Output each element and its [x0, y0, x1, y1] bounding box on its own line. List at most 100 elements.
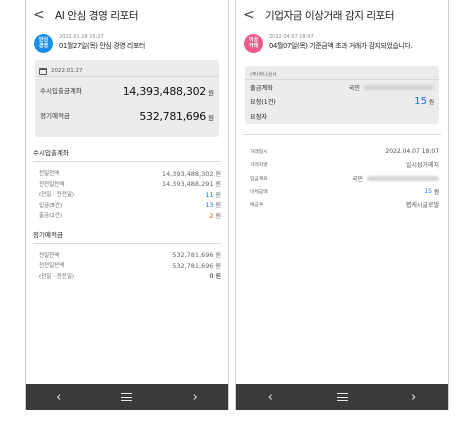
detail-value: 14,393,488,302 — [161, 169, 214, 178]
nav-forward-icon[interactable]: › — [411, 390, 416, 405]
detail-row: 거래일시 2022.04.07 18:07 — [250, 145, 439, 158]
detail-value: 13 — [205, 201, 214, 210]
message-title: 01월27일(목) 안심 경영 리포터 — [59, 42, 145, 50]
detail-row: 전일잔액 532,781,696 원 — [39, 250, 221, 261]
detail-value: 14,393,488,291 — [161, 180, 214, 189]
message-header: 안심 경영 2022.01.28 15:27 01월27일(목) 안심 경영 리포… — [26, 30, 228, 60]
summary-row: 수시입출금계좌 14,393,488,302 원 — [35, 77, 219, 102]
card-label: 요청(1건) — [250, 99, 276, 107]
detail-value: 2 — [209, 211, 214, 220]
calendar-icon — [39, 67, 47, 75]
detail-row: 거래처명 일시성거래처 — [250, 158, 439, 171]
detail-row: 이체금액 15 원 — [250, 185, 439, 198]
app-header: < AI 안심 경영 리포터 — [26, 0, 228, 30]
detail-row: (전일 - 전전일) 0 원 — [39, 271, 221, 282]
nav-back-icon[interactable]: ‹ — [268, 390, 273, 405]
request-amount: 15 — [414, 96, 427, 108]
detail-unit: 원 — [433, 189, 439, 196]
summary-row: 정기예적금 532,781,696 원 — [35, 102, 219, 127]
detail-unit: 원 — [215, 262, 221, 270]
detail-label: 전일잔액 — [39, 252, 60, 259]
card-row: 출금계좌 국민 — [245, 80, 439, 95]
detail-label: (전일 - 전전일) — [39, 192, 75, 199]
detail-value: 일시성거래처 — [405, 162, 439, 170]
phone-left-screen: < AI 안심 경영 리포터 안심 경영 2022.01.28 15:27 01월… — [25, 0, 229, 410]
nav-menu-icon[interactable] — [336, 393, 348, 401]
detail-unit: 원 — [215, 252, 221, 260]
detail-row: 전전일잔액 532,781,696 원 — [39, 260, 221, 271]
detail-unit: 원 — [215, 191, 221, 199]
detail-value: 2022.04.07 18:07 — [385, 148, 439, 156]
app-header: < 기업자금 이상거래 감지 리포터 — [236, 0, 448, 30]
back-arrow-icon[interactable]: < — [243, 8, 259, 22]
masked-account — [364, 84, 434, 90]
card-label: 출금계좌 — [250, 84, 273, 92]
detail-row: 전전일잔액 14,393,488,291 원 — [39, 179, 221, 190]
detail-unit: 원 — [215, 181, 221, 189]
anomaly-badge-icon: 이상 거래 — [244, 34, 263, 53]
detail-value: 15 — [424, 188, 432, 196]
detail-list: 전일잔액 532,781,696 원 전전일잔액 532,781,696 원 (전일… — [26, 244, 228, 282]
detail-row: 전일잔액 14,393,488,302 원 — [39, 168, 221, 179]
anshim-badge-icon: 안심 경영 — [34, 34, 53, 53]
summary-unit: 원 — [208, 114, 214, 122]
detail-row: 출금(2건) 2 원 — [39, 210, 221, 221]
masked-account — [367, 175, 439, 181]
summary-label: 수시입출금계좌 — [40, 86, 82, 95]
detail-label: 전일잔액 — [39, 171, 60, 178]
detail-row: 입금계좌 국민 — [250, 172, 439, 185]
page-title: AI 안심 경영 리포터 — [55, 9, 139, 22]
detail-label: 전전일잔액 — [39, 263, 65, 270]
nav-forward-icon[interactable]: › — [193, 390, 198, 405]
nav-menu-icon[interactable] — [121, 393, 133, 401]
detail-value: 11 — [205, 190, 214, 199]
summary-date: 2022.01.27 — [51, 68, 83, 74]
card-row: 요청(1건) 15 원 — [245, 95, 439, 110]
summary-label: 정기예적금 — [40, 111, 70, 120]
account-bank: 국민 — [348, 84, 360, 92]
detail-label: 이체금액 — [250, 190, 268, 196]
detail-value: 펩케시글로벌 — [405, 202, 439, 210]
system-nav-bar: ‹ › — [236, 384, 448, 410]
detail-row: (전일 - 전전일) 11 원 — [39, 189, 221, 200]
request-unit: 원 — [428, 99, 434, 106]
summary-card: 2022.01.27 수시입출금계좌 14,393,488,302 원 정기예적금… — [35, 60, 219, 137]
summary-amount: 532,781,696 — [139, 110, 207, 123]
card-row: 요청자 — [245, 109, 439, 124]
transaction-details: 거래일시 2022.04.07 18:07 거래처명 일시성거래처 입금계좌 국민 이… — [236, 135, 448, 211]
company-name: (주)하나상사 — [245, 66, 439, 80]
detail-value: 532,781,696 — [172, 261, 214, 270]
message-time: 2022.01.28 15:27 — [59, 34, 104, 40]
summary-unit: 원 — [208, 89, 214, 97]
detail-label: 입금(8건) — [39, 202, 62, 209]
detail-row: 예금주 펩케시글로벌 — [250, 198, 439, 211]
detail-row: 입금(8건) 13 원 — [39, 200, 221, 211]
section-title: 수시입출계좌 — [33, 149, 69, 157]
message-title: 04월07일(목) 기준금액 초과 거래가 감지되었습니다. — [269, 42, 413, 50]
detail-label: 입금계좌 — [250, 176, 268, 182]
detail-unit: 원 — [215, 202, 221, 210]
back-arrow-icon[interactable]: < — [33, 8, 49, 22]
summary-amount: 14,393,488,302 — [122, 85, 207, 98]
detail-unit: 원 — [215, 212, 221, 220]
phone-right-screen: < 기업자금 이상거래 감지 리포터 이상 거래 2022.04.07 18:07… — [235, 0, 449, 410]
detail-unit: 원 — [215, 170, 221, 178]
detail-label: (전일 - 전전일) — [39, 273, 75, 280]
detail-label: 출금(2건) — [39, 213, 62, 220]
nav-back-icon[interactable]: ‹ — [56, 390, 61, 405]
detail-label: 전전일잔액 — [39, 181, 65, 188]
card-label: 요청자 — [250, 113, 268, 121]
detail-value: 532,781,696 — [172, 251, 214, 260]
detail-label: 예금주 — [250, 203, 264, 209]
detail-list: 전일잔액 14,393,488,302 원 전전일잔액 14,393,488,291… — [26, 162, 228, 221]
section-title: 정기예적금 — [33, 230, 63, 239]
detail-value: 0 — [209, 272, 214, 281]
system-nav-bar: ‹ › — [26, 384, 228, 410]
detail-unit: 원 — [215, 273, 221, 281]
message-time: 2022.04.07 18:07 — [269, 34, 314, 40]
transaction-card: (주)하나상사 출금계좌 국민 요청(1건) 15 원 요청자 — [245, 66, 439, 124]
detail-value: 국민 — [351, 175, 363, 183]
message-header: 이상 거래 2022.04.07 18:07 04월07일(목) 기준금액 초과 … — [236, 30, 448, 60]
page-title: 기업자금 이상거래 감지 리포터 — [265, 9, 395, 22]
detail-label: 거래처명 — [250, 163, 268, 169]
